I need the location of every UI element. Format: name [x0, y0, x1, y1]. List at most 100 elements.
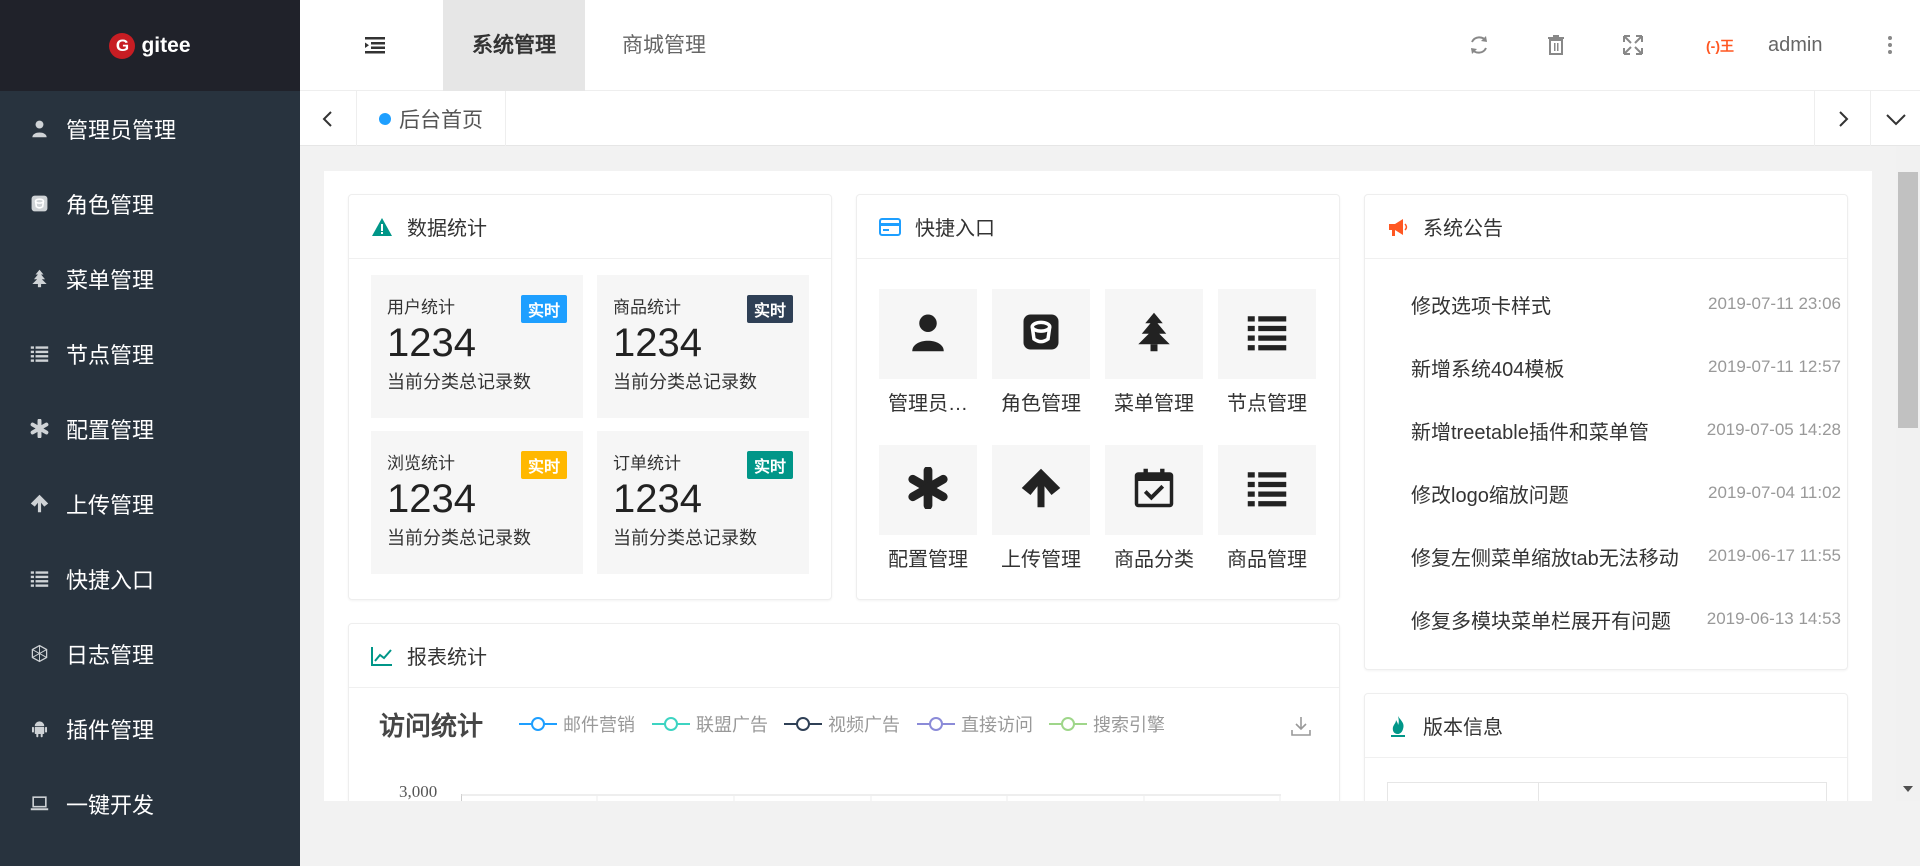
tab-scroll-right-button[interactable]: [1814, 91, 1870, 146]
sidebar-item-label: 日志管理: [66, 642, 155, 668]
sidebar-item[interactable]: 节点管理: [0, 316, 300, 391]
legend-marker-icon: [917, 717, 955, 731]
menu-collapse-icon[interactable]: [363, 33, 387, 57]
quick-entry-item[interactable]: 商品管理: [1218, 445, 1316, 572]
tab-options-button[interactable]: [1870, 91, 1920, 146]
scroll-down-icon[interactable]: [1902, 784, 1914, 794]
download-icon[interactable]: [1289, 714, 1313, 738]
notice-card-title: 系统公告: [1423, 218, 1503, 240]
sidebar-item-label: 上传管理: [66, 492, 155, 518]
notice-item[interactable]: 修复多模块菜单栏展开有问题 2019-06-13 14:53: [1411, 604, 1841, 634]
legend-label: 搜索引擎: [1093, 715, 1165, 735]
notice-title: 修复左侧菜单缩放tab无法移动: [1411, 547, 1679, 570]
chevron-right-icon: [1838, 110, 1848, 127]
quick-entry-label: 节点管理: [1227, 393, 1307, 415]
legend-item[interactable]: 视频广告: [784, 711, 900, 737]
quick-entry-item[interactable]: 节点管理: [1218, 289, 1316, 416]
sidebar-menu: 管理员管理 角色管理 菜单管理 节点管理 配置管理 上传管理 快捷入口 日志管理…: [0, 91, 300, 841]
fullscreen-icon[interactable]: [1621, 33, 1645, 57]
page-tab-bar: 后台首页: [300, 91, 1920, 146]
top-header: 系统管理 商城管理 (-)王 admin: [300, 0, 1920, 91]
page-scrollbar[interactable]: [1896, 146, 1920, 801]
header-tab-system[interactable]: 系统管理: [443, 0, 585, 91]
quick-entry-item[interactable]: 商品分类: [1105, 445, 1203, 572]
chart-title: 访问统计: [379, 711, 484, 741]
sidebar-item[interactable]: 管理员管理: [0, 91, 300, 166]
legend-marker-icon: [519, 717, 557, 731]
notice-date: 2019-06-13 14:53: [1706, 609, 1841, 628]
role-icon: [28, 193, 50, 215]
stat-value: 1234: [387, 321, 476, 365]
tab-scroll-left-button[interactable]: [300, 91, 356, 146]
quick-entry-label: 配置管理: [888, 549, 968, 571]
realtime-badge: 实时: [746, 295, 793, 323]
legend-item[interactable]: 联盟广告: [652, 711, 768, 737]
tree-icon: [28, 268, 50, 290]
notice-title: 新增treetable插件和菜单管: [1411, 421, 1649, 444]
refresh-icon[interactable]: [1467, 33, 1491, 57]
version-card-title: 版本信息: [1423, 717, 1503, 739]
sidebar-item-label: 插件管理: [66, 717, 155, 743]
admin-username[interactable]: admin: [1768, 34, 1822, 57]
quick-entry-item[interactable]: 上传管理: [992, 445, 1090, 572]
log-icon: [28, 643, 50, 665]
sidebar-item-label: 管理员管理: [66, 117, 177, 143]
header-tab-shop[interactable]: 商城管理: [593, 0, 735, 91]
notice-item[interactable]: 修改logo缩放问题 2019-07-04 11:02: [1411, 478, 1841, 508]
sidebar-item[interactable]: 菜单管理: [0, 241, 300, 316]
list-icon: [28, 343, 50, 365]
sidebar-item[interactable]: 配置管理: [0, 391, 300, 466]
stat-value: 1234: [613, 321, 702, 365]
quick-entry-label: 上传管理: [1001, 549, 1081, 571]
sidebar-item[interactable]: 上传管理: [0, 466, 300, 541]
trash-icon[interactable]: [1544, 33, 1568, 57]
arrow-up-icon: [1020, 467, 1062, 514]
report-card-title: 报表统计: [407, 647, 487, 669]
notice-title: 修改logo缩放问题: [1411, 484, 1569, 507]
legend-item[interactable]: 直接访问: [917, 711, 1033, 737]
quick-entry-item[interactable]: 菜单管理: [1105, 289, 1203, 416]
legend-marker-icon: [1049, 717, 1087, 731]
quick-entry-item[interactable]: 配置管理: [879, 445, 977, 572]
tab-home-label: 后台首页: [399, 108, 483, 132]
scrollbar-thumb[interactable]: [1898, 172, 1918, 428]
stat-description: 当前分类总记录数: [387, 528, 531, 548]
legend-label: 联盟广告: [696, 715, 768, 735]
realtime-badge: 实时: [746, 451, 793, 479]
notice-item[interactable]: 修改选项卡样式 2019-07-11 23:06: [1411, 289, 1841, 319]
line-chart-icon: [371, 645, 393, 667]
notice-title: 修改选项卡样式: [1411, 295, 1551, 318]
logo[interactable]: G gitee: [0, 0, 300, 91]
legend-item[interactable]: 邮件营销: [519, 711, 635, 737]
notice-title: 新增系统404模板: [1411, 358, 1565, 381]
more-vertical-icon[interactable]: [1878, 33, 1902, 57]
stat-tile: 浏览统计 实时 1234 当前分类总记录数: [371, 431, 583, 574]
notice-item[interactable]: 修复左侧菜单缩放tab无法移动 2019-06-17 11:55: [1411, 541, 1841, 571]
notice-date: 2019-07-05 14:28: [1706, 420, 1841, 439]
notice-item[interactable]: 新增treetable插件和菜单管 2019-07-05 14:28: [1411, 415, 1841, 445]
stat-tile: 订单统计 实时 1234 当前分类总记录数: [597, 431, 809, 574]
sidebar-item[interactable]: 角色管理: [0, 166, 300, 241]
quick-entry-label: 角色管理: [1001, 393, 1081, 415]
quick-entry-item[interactable]: 角色管理: [992, 289, 1090, 416]
stat-tile: 用户统计 实时 1234 当前分类总记录数: [371, 275, 583, 418]
quick-entry-item[interactable]: 管理员…: [879, 289, 977, 416]
chevron-left-icon: [322, 110, 332, 127]
notice-title: 修复多模块菜单栏展开有问题: [1411, 610, 1671, 633]
legend-label: 视频广告: [828, 715, 900, 735]
legend-item[interactable]: 搜索引擎: [1049, 711, 1165, 737]
sidebar-item-label: 节点管理: [66, 342, 155, 368]
notice-item[interactable]: 新增系统404模板 2019-07-11 12:57: [1411, 352, 1841, 382]
stat-tile: 商品统计 实时 1234 当前分类总记录数: [597, 275, 809, 418]
realtime-badge: 实时: [520, 295, 567, 323]
sidebar-item[interactable]: 一键开发: [0, 766, 300, 841]
quick-entry-label: 管理员…: [888, 393, 968, 415]
stat-value: 1234: [613, 477, 702, 521]
sidebar-item[interactable]: 日志管理: [0, 616, 300, 691]
logo-text: gitee: [141, 33, 191, 57]
arrow-up-icon: [28, 493, 50, 515]
sidebar-item[interactable]: 快捷入口: [0, 541, 300, 616]
chart-y-tick: 3,000: [399, 782, 438, 801]
sidebar-item[interactable]: 插件管理: [0, 691, 300, 766]
tab-home[interactable]: 后台首页: [356, 91, 506, 146]
